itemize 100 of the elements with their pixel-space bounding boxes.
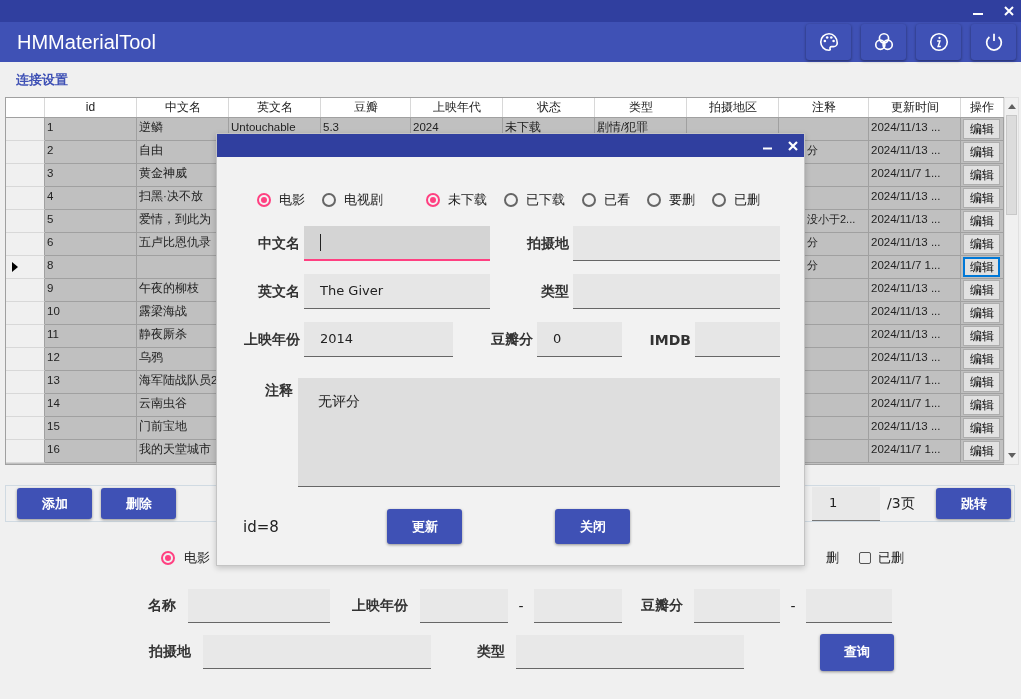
field-label: 注释: [264, 381, 293, 400]
minimize-icon[interactable]: [763, 146, 772, 150]
minimize-icon[interactable]: [973, 12, 983, 16]
power-button[interactable]: [971, 24, 1016, 60]
close-icon[interactable]: [788, 140, 798, 151]
field-label: 拍摄地: [526, 234, 569, 253]
page-count: /3页: [887, 494, 916, 513]
note-textarea[interactable]: 无评分: [298, 378, 780, 487]
page-field[interactable]: 1: [812, 486, 880, 521]
radio-button[interactable]: 未下载: [426, 191, 487, 209]
edit-button[interactable]: 编辑: [963, 165, 1000, 185]
update-button[interactable]: 更新: [387, 509, 462, 544]
jump-button[interactable]: 跳转: [936, 488, 1011, 519]
edit-button[interactable]: 编辑: [963, 280, 1000, 300]
radio-button[interactable]: 电影: [161, 549, 210, 567]
table-cell: 14: [45, 394, 137, 417]
radio-button[interactable]: 电影: [257, 191, 305, 209]
field-label: IMDB: [648, 331, 691, 348]
edit-button[interactable]: 编辑: [963, 142, 1000, 162]
table-cell: 4: [45, 187, 137, 210]
table-cell: 2024/11/13 ...: [869, 417, 961, 440]
query-button[interactable]: 查询: [820, 633, 894, 671]
input-field[interactable]: [573, 226, 780, 261]
table-cell: 2024/11/13 ...: [869, 210, 961, 233]
field-label: 上映年份: [352, 597, 409, 615]
connection-settings-link[interactable]: 连接设置: [16, 70, 68, 89]
edit-button[interactable]: 编辑: [963, 188, 1000, 208]
table-cell: 2024/11/7 1...: [869, 440, 961, 463]
table-cell: 11: [45, 325, 137, 348]
input-field[interactable]: [203, 635, 431, 669]
edit-button[interactable]: 编辑: [963, 395, 1000, 415]
input-field[interactable]: [695, 322, 780, 357]
table-cell: 2024/11/7 1...: [869, 256, 961, 279]
input-field[interactable]: The Giver: [304, 274, 490, 309]
edit-button[interactable]: 编辑: [963, 257, 1000, 277]
table-cell: 2: [45, 141, 137, 164]
edit-button[interactable]: 编辑: [963, 349, 1000, 369]
close-button[interactable]: 关闭: [555, 509, 630, 544]
table-cell: 2024/11/13 ...: [869, 348, 961, 371]
edit-button[interactable]: 编辑: [963, 234, 1000, 254]
palette-button[interactable]: [806, 24, 851, 60]
edit-button[interactable]: 编辑: [963, 441, 1000, 461]
field-label: 类型: [540, 282, 569, 301]
info-button[interactable]: [916, 24, 961, 60]
field-label: 上映年份: [243, 330, 300, 349]
table-cell: 2024/11/13 ...: [869, 118, 961, 141]
scrollbar[interactable]: [1004, 97, 1019, 465]
scroll-thumb[interactable]: [1006, 115, 1017, 215]
edit-button[interactable]: 编辑: [963, 326, 1000, 346]
edit-button[interactable]: 编辑: [963, 119, 1000, 139]
input-field[interactable]: [516, 635, 744, 669]
table-cell: 2024/11/13 ...: [869, 279, 961, 302]
app-title: HMMaterialTool: [17, 30, 156, 54]
input-field[interactable]: [534, 589, 622, 623]
table-cell: 2024/11/7 1...: [869, 394, 961, 417]
table-cell: 16: [45, 440, 137, 463]
input-field[interactable]: [694, 589, 780, 623]
input-field[interactable]: [188, 589, 330, 623]
table-cell: 2024/11/13 ...: [869, 187, 961, 210]
edit-button[interactable]: 编辑: [963, 418, 1000, 438]
table-cell: 2024/11/13 ...: [869, 302, 961, 325]
edit-button[interactable]: 编辑: [963, 372, 1000, 392]
input-field[interactable]: [420, 589, 508, 623]
field-label: 英文名: [257, 282, 300, 301]
checkbox[interactable]: 已删: [859, 549, 904, 567]
overlapping-circles-icon: [872, 31, 895, 53]
action-button[interactable]: 添加: [17, 488, 92, 519]
field-label: 类型: [477, 643, 506, 661]
input-field[interactable]: [304, 226, 490, 261]
edit-button[interactable]: 编辑: [963, 303, 1000, 323]
overlapping-circles-button[interactable]: [861, 24, 906, 60]
radio-button[interactable]: 要删: [647, 191, 695, 209]
table-cell: 2024/11/13 ...: [869, 325, 961, 348]
table-cell: 1: [45, 118, 137, 141]
input-field[interactable]: [806, 589, 892, 623]
input-field[interactable]: [573, 274, 780, 309]
id-text: id=8: [243, 517, 280, 536]
scroll-down-icon[interactable]: [1008, 453, 1016, 458]
edit-button[interactable]: 编辑: [963, 211, 1000, 231]
action-button[interactable]: 删除: [101, 488, 176, 519]
radio-button[interactable]: 已看: [582, 191, 630, 209]
table-cell: 15: [45, 417, 137, 440]
input-field[interactable]: 0: [537, 322, 622, 357]
input-field[interactable]: 2014: [304, 322, 453, 357]
field-label: 中文名: [257, 234, 300, 253]
radio-button[interactable]: 已删: [712, 191, 760, 209]
radio-button[interactable]: 电视剧: [322, 191, 383, 209]
palette-icon: [817, 31, 840, 53]
scroll-up-icon[interactable]: [1008, 104, 1016, 109]
table-cell: 3: [45, 164, 137, 187]
row-header[interactable]: [6, 256, 45, 279]
table-cell: 2024/11/13 ...: [869, 141, 961, 164]
close-icon[interactable]: [1004, 6, 1014, 16]
range-separator: -: [789, 598, 797, 614]
table-cell: 12: [45, 348, 137, 371]
field-label: 名称: [148, 597, 177, 615]
table-cell: 2024/11/7 1...: [869, 164, 961, 187]
table-cell: 2024/11/7 1...: [869, 371, 961, 394]
range-separator: -: [517, 598, 525, 614]
radio-button[interactable]: 已下载: [504, 191, 565, 209]
